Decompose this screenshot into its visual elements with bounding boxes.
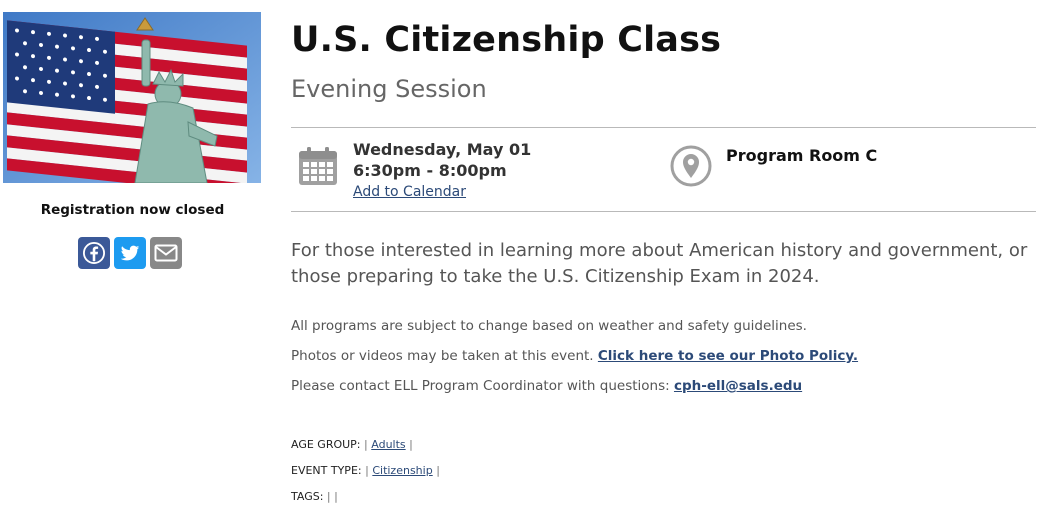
facebook-share-button[interactable] xyxy=(78,237,110,269)
twitter-share-button[interactable] xyxy=(114,237,146,269)
event-title: U.S. Citizenship Class xyxy=(291,20,722,60)
email-share-button[interactable] xyxy=(150,237,182,269)
calendar-icon xyxy=(298,146,338,190)
event-type-label: EVENT TYPE: xyxy=(291,464,362,477)
event-date: Wednesday, May 01 xyxy=(353,140,532,159)
separator: | xyxy=(436,464,440,477)
contact-email-link[interactable]: cph-ell@sals.edu xyxy=(674,378,802,394)
event-location: Program Room C xyxy=(726,146,878,165)
event-subtitle: Evening Session xyxy=(291,75,487,103)
separator: | xyxy=(409,438,413,451)
photo-policy-link[interactable]: Click here to see our Photo Policy. xyxy=(598,348,858,364)
tags-label: TAGS: xyxy=(291,490,324,503)
weather-notice: All programs are subject to change based… xyxy=(291,318,807,334)
share-buttons xyxy=(78,237,182,269)
divider xyxy=(291,211,1036,212)
tags-row: TAGS: | | xyxy=(291,490,338,503)
photo-notice: Photos or videos may be taken at this ev… xyxy=(291,348,858,364)
twitter-icon xyxy=(120,245,140,261)
email-icon xyxy=(154,244,178,262)
event-type-row: EVENT TYPE: | Citizenship | xyxy=(291,464,440,477)
registration-status: Registration now closed xyxy=(40,202,225,218)
separator: | xyxy=(365,464,369,477)
separator: | xyxy=(326,490,331,503)
age-group-row: AGE GROUP: | Adults | xyxy=(291,438,413,451)
age-group-link[interactable]: Adults xyxy=(371,438,405,451)
contact-notice-text: Please contact ELL Program Coordinator w… xyxy=(291,378,670,394)
event-time: 6:30pm - 8:00pm xyxy=(353,161,507,180)
contact-notice: Please contact ELL Program Coordinator w… xyxy=(291,378,802,394)
add-to-calendar-link[interactable]: Add to Calendar xyxy=(353,184,466,200)
facebook-icon xyxy=(83,242,105,264)
map-pin-icon xyxy=(670,145,712,191)
event-type-link[interactable]: Citizenship xyxy=(372,464,432,477)
event-image xyxy=(3,12,261,183)
separator: | xyxy=(364,438,368,451)
weather-notice-text: All programs are subject to change based… xyxy=(291,318,807,334)
separator: | xyxy=(334,490,338,503)
age-group-label: AGE GROUP: xyxy=(291,438,361,451)
divider xyxy=(291,127,1036,128)
photo-notice-text: Photos or videos may be taken at this ev… xyxy=(291,348,594,364)
event-description: For those interested in learning more ab… xyxy=(291,240,1028,287)
